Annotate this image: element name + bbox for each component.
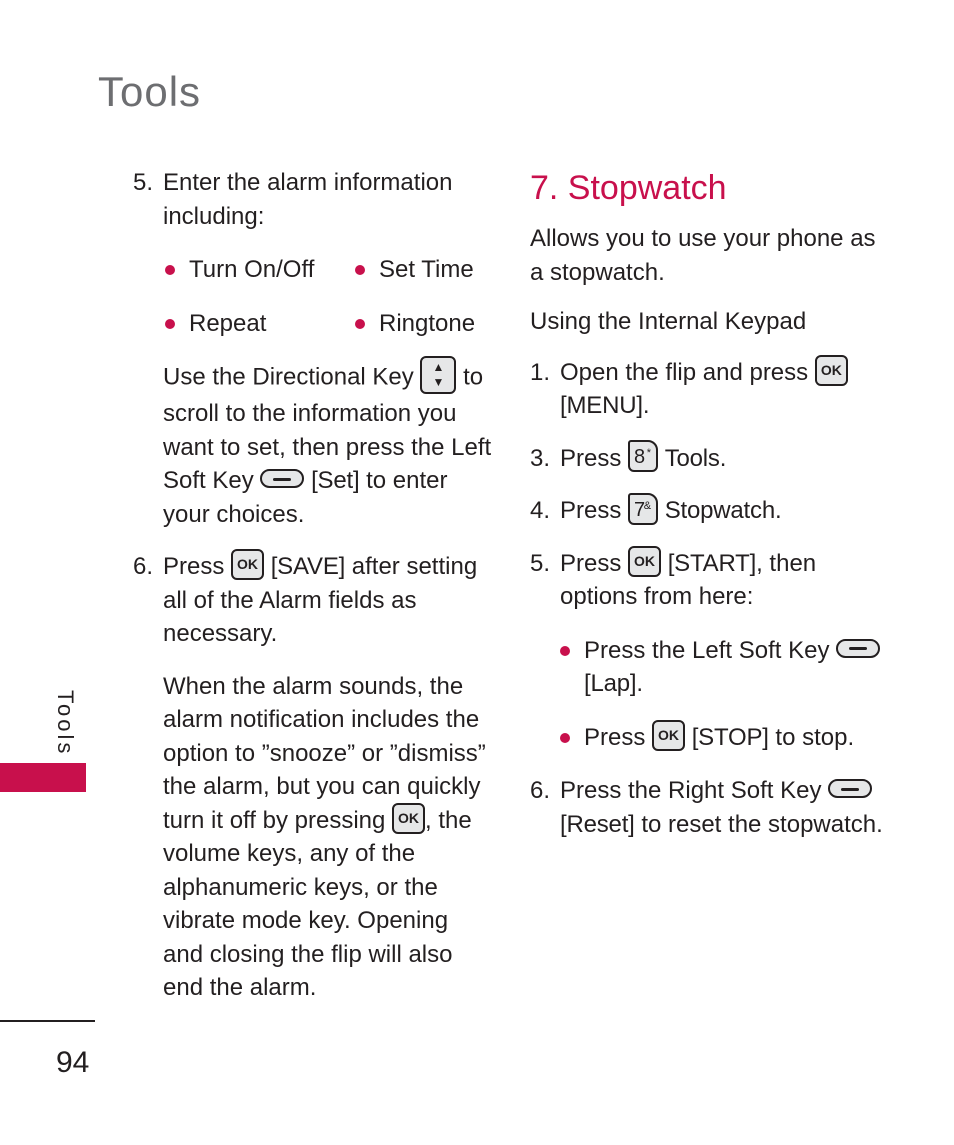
step-number: 4. [530, 497, 551, 525]
ok-key-icon: OK [231, 549, 265, 581]
page-number: 94 [56, 1046, 90, 1079]
step-number: 5. [530, 549, 551, 577]
start-label: [START] [667, 549, 757, 577]
step-text: Press [560, 497, 622, 525]
bullet-repeat: Repeat [163, 307, 353, 341]
bullet-stop: Press OK [STOP] to stop. [558, 719, 890, 755]
bullet-ringtone: Ringtone [353, 307, 503, 341]
left-column: 5. Enter the alarm information including… [133, 166, 493, 1024]
stopwatch-options-list: Press the Left Soft Key [Lap]. Press OK … [530, 634, 890, 755]
section-intro: Allows you to use your phone as a stopwa… [530, 225, 876, 286]
ok-key-icon: OK [392, 802, 426, 834]
stopwatch-step-5: 5. Press OK [START], then options from h… [530, 545, 890, 614]
alarm-step-5: 5. Enter the alarm information including… [133, 166, 493, 233]
step-text: Press [560, 549, 622, 577]
punctuation: . [774, 497, 782, 525]
key-8-icon: 8 * [628, 440, 659, 473]
lap-label: [Lap] [584, 670, 637, 698]
alarm-step-6: 6. Press OK [SAVE] after setting all of … [133, 549, 493, 651]
save-label: [SAVE] [270, 553, 346, 580]
key-digit: 8 [634, 446, 646, 469]
step-number: 1. [530, 358, 551, 386]
section-title: 7. Stopwatch [530, 169, 727, 207]
bullet-set-time: Set Time [353, 253, 503, 287]
footer-divider [0, 1020, 95, 1022]
step-text: Press the Right Soft Key [560, 777, 822, 805]
bullet-text: to stop. [775, 723, 855, 751]
side-tab-marker [0, 763, 86, 792]
step-text: Enter the alarm information including: [163, 169, 453, 230]
note-text: , the volume keys, any of the alphanumer… [163, 806, 472, 1002]
step-text: Open the flip and press [560, 358, 809, 386]
menu-label: [MENU] [560, 392, 643, 419]
key-symbol: & [643, 499, 652, 512]
key-7-icon: 7 & [628, 492, 659, 525]
instruction-text: Use the Directional Key [163, 363, 414, 391]
arrow-down-icon: ▼ [432, 375, 445, 389]
tools-label: Tools [664, 444, 720, 472]
step-number: 6. [133, 553, 154, 580]
bullet-lap: Press the Left Soft Key [Lap]. [558, 634, 890, 701]
step-text: Press [163, 553, 225, 580]
ok-key-icon: OK [652, 719, 686, 751]
ok-key-icon: OK [628, 545, 662, 577]
stopwatch-step-4: 4. Press 7 & Stopwatch. [530, 492, 890, 528]
key-symbol: * [646, 447, 652, 460]
stopwatch-step-1: 1. Open the flip and press OK [MENU]. [530, 354, 890, 423]
stop-label: [STOP] [691, 723, 769, 751]
left-soft-key-icon [260, 469, 305, 489]
punctuation: . [636, 670, 644, 698]
alarm-fields-list: Turn On/Off Set Time Repeat Ringtone [133, 253, 493, 340]
alarm-dismiss-note: When the alarm sounds, the alarm notific… [133, 670, 493, 1005]
stopwatch-step-6: 6. Press the Right Soft Key [Reset] to r… [530, 774, 890, 841]
right-column: 7. Stopwatch Allows you to use your phon… [530, 166, 890, 860]
set-label: [Set] [311, 467, 360, 494]
reset-label: [Reset] [560, 810, 635, 838]
directional-key-icon: ▲ ▼ [420, 356, 457, 394]
bullet-turn-on-off: Turn On/Off [163, 253, 353, 287]
step-text: to reset the stopwatch. [641, 810, 883, 838]
stopwatch-step-3: 3. Press 8 * Tools. [530, 440, 890, 476]
step-number: 6. [530, 777, 551, 805]
side-tab-label: Tools [53, 690, 78, 757]
page-title: Tools [98, 68, 202, 115]
left-soft-key-icon [836, 638, 881, 658]
right-soft-key-icon [828, 779, 873, 799]
bullet-text: Press the Left Soft Key [584, 636, 830, 664]
punctuation: . [719, 444, 727, 472]
step-number: 3. [530, 444, 551, 472]
stopwatch-label: Stopwatch [664, 497, 775, 525]
subheading: Using the Internal Keypad [530, 308, 807, 335]
ok-key-icon: OK [814, 354, 848, 386]
directional-key-instructions: Use the Directional Key ▲ ▼ to scroll to … [133, 356, 493, 531]
step-number: 5. [133, 169, 154, 196]
step-text: Press [560, 444, 622, 472]
arrow-up-icon: ▲ [432, 360, 445, 374]
punctuation: . [642, 392, 650, 419]
bullet-text: Press [584, 723, 646, 751]
